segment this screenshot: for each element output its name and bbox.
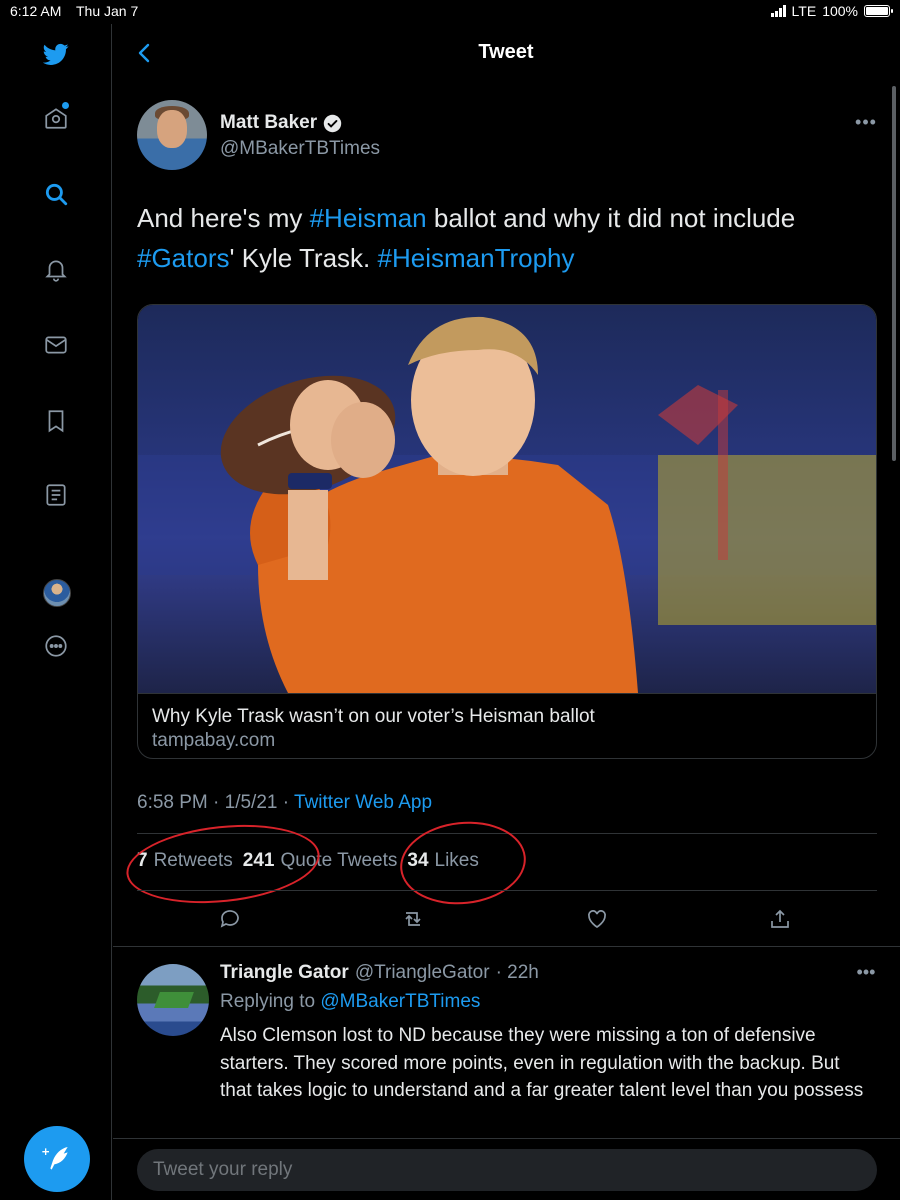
more-options-icon[interactable]: •••	[852, 112, 880, 132]
tweet-text-part: And here's my	[137, 203, 310, 233]
link-card[interactable]: Why Kyle Trask wasn’t on our voter’s Hei…	[137, 304, 877, 759]
compose-tweet-button[interactable]	[24, 1126, 90, 1192]
reply-author-avatar[interactable]	[137, 964, 209, 1036]
reply-author-handle: @TriangleGator	[354, 962, 490, 983]
hashtag-link[interactable]: #HeismanTrophy	[378, 243, 575, 273]
tweet-text-part: ballot and why it did not include	[426, 203, 796, 233]
lists-icon[interactable]	[38, 477, 74, 513]
notification-dot	[62, 102, 69, 109]
author-name[interactable]: Matt Baker	[220, 112, 342, 134]
status-bar: 6:12 AM Thu Jan 7 LTE 100%	[0, 0, 900, 24]
retweet-icon[interactable]	[399, 905, 427, 933]
reply-author-name: Triangle Gator	[220, 962, 349, 983]
notifications-icon[interactable]	[38, 252, 74, 288]
card-title: Why Kyle Trask wasn’t on our voter’s Hei…	[152, 706, 595, 727]
status-indicators: LTE 100%	[770, 3, 893, 19]
divider	[137, 890, 877, 891]
reply-text: Also Clemson lost to ND because they wer…	[220, 1025, 864, 1101]
divider	[113, 946, 900, 947]
tweet-timestamp: 6:58 PM · 1/5/21 · Twitter Web App	[137, 792, 432, 814]
annotation-circle	[122, 816, 324, 912]
reply-author[interactable]: Triangle Gator @TriangleGator · 22h	[220, 962, 539, 984]
status-date: Thu Jan 7	[76, 3, 139, 19]
author-name-text: Matt Baker	[220, 112, 318, 133]
reply-time: · 22h	[495, 962, 539, 983]
battery-icon	[864, 5, 893, 17]
reply-more-options-icon[interactable]: •••	[852, 962, 880, 983]
tweet-text-part: ' Kyle Trask.	[229, 243, 378, 273]
replying-to-mention[interactable]: @MBakerTBTimes	[320, 991, 480, 1012]
battery-percent: 100%	[822, 3, 858, 19]
timestamp-text: 6:58 PM · 1/5/21 ·	[137, 792, 295, 813]
header: Tweet	[112, 24, 900, 82]
tweet-source-link[interactable]: Twitter Web App	[294, 792, 432, 813]
search-icon[interactable]	[38, 176, 74, 212]
verified-badge-icon	[323, 114, 342, 132]
reply-bar	[113, 1138, 900, 1200]
reply-icon[interactable]	[216, 905, 244, 933]
replying-to-prefix: Replying to	[220, 991, 321, 1012]
tweet-text: And here's my #Heisman ballot and why it…	[137, 198, 867, 278]
bookmarks-icon[interactable]	[38, 403, 74, 439]
hashtag-link[interactable]: #Heisman	[310, 203, 427, 233]
status-time: 6:12 AM	[10, 3, 62, 19]
replying-to: Replying to @MBakerTBTimes	[220, 991, 480, 1013]
author-avatar[interactable]	[137, 100, 207, 170]
like-icon[interactable]	[583, 905, 611, 933]
messages-icon[interactable]	[38, 327, 74, 363]
nav-rail	[0, 24, 112, 1200]
twitter-logo-icon[interactable]	[38, 36, 74, 72]
more-icon[interactable]	[38, 628, 74, 664]
card-caption: Why Kyle Trask wasn’t on our voter’s Hei…	[138, 693, 876, 758]
author-handle[interactable]: @MBakerTBTimes	[220, 138, 380, 160]
annotation-circle	[396, 815, 530, 911]
profile-avatar[interactable]	[43, 579, 71, 607]
scrollbar[interactable]	[892, 86, 896, 461]
network-type: LTE	[791, 3, 817, 19]
signal-icon	[770, 5, 786, 17]
card-image	[138, 305, 876, 693]
hashtag-link[interactable]: #Gators	[137, 243, 230, 273]
card-domain: tampabay.com	[152, 730, 276, 751]
share-icon[interactable]	[766, 905, 794, 933]
compose-tweet-icon	[42, 1147, 68, 1170]
battery-fill	[866, 7, 888, 15]
home-icon[interactable]	[38, 100, 74, 136]
reply-input[interactable]	[137, 1149, 877, 1191]
page-title: Tweet	[478, 41, 534, 63]
